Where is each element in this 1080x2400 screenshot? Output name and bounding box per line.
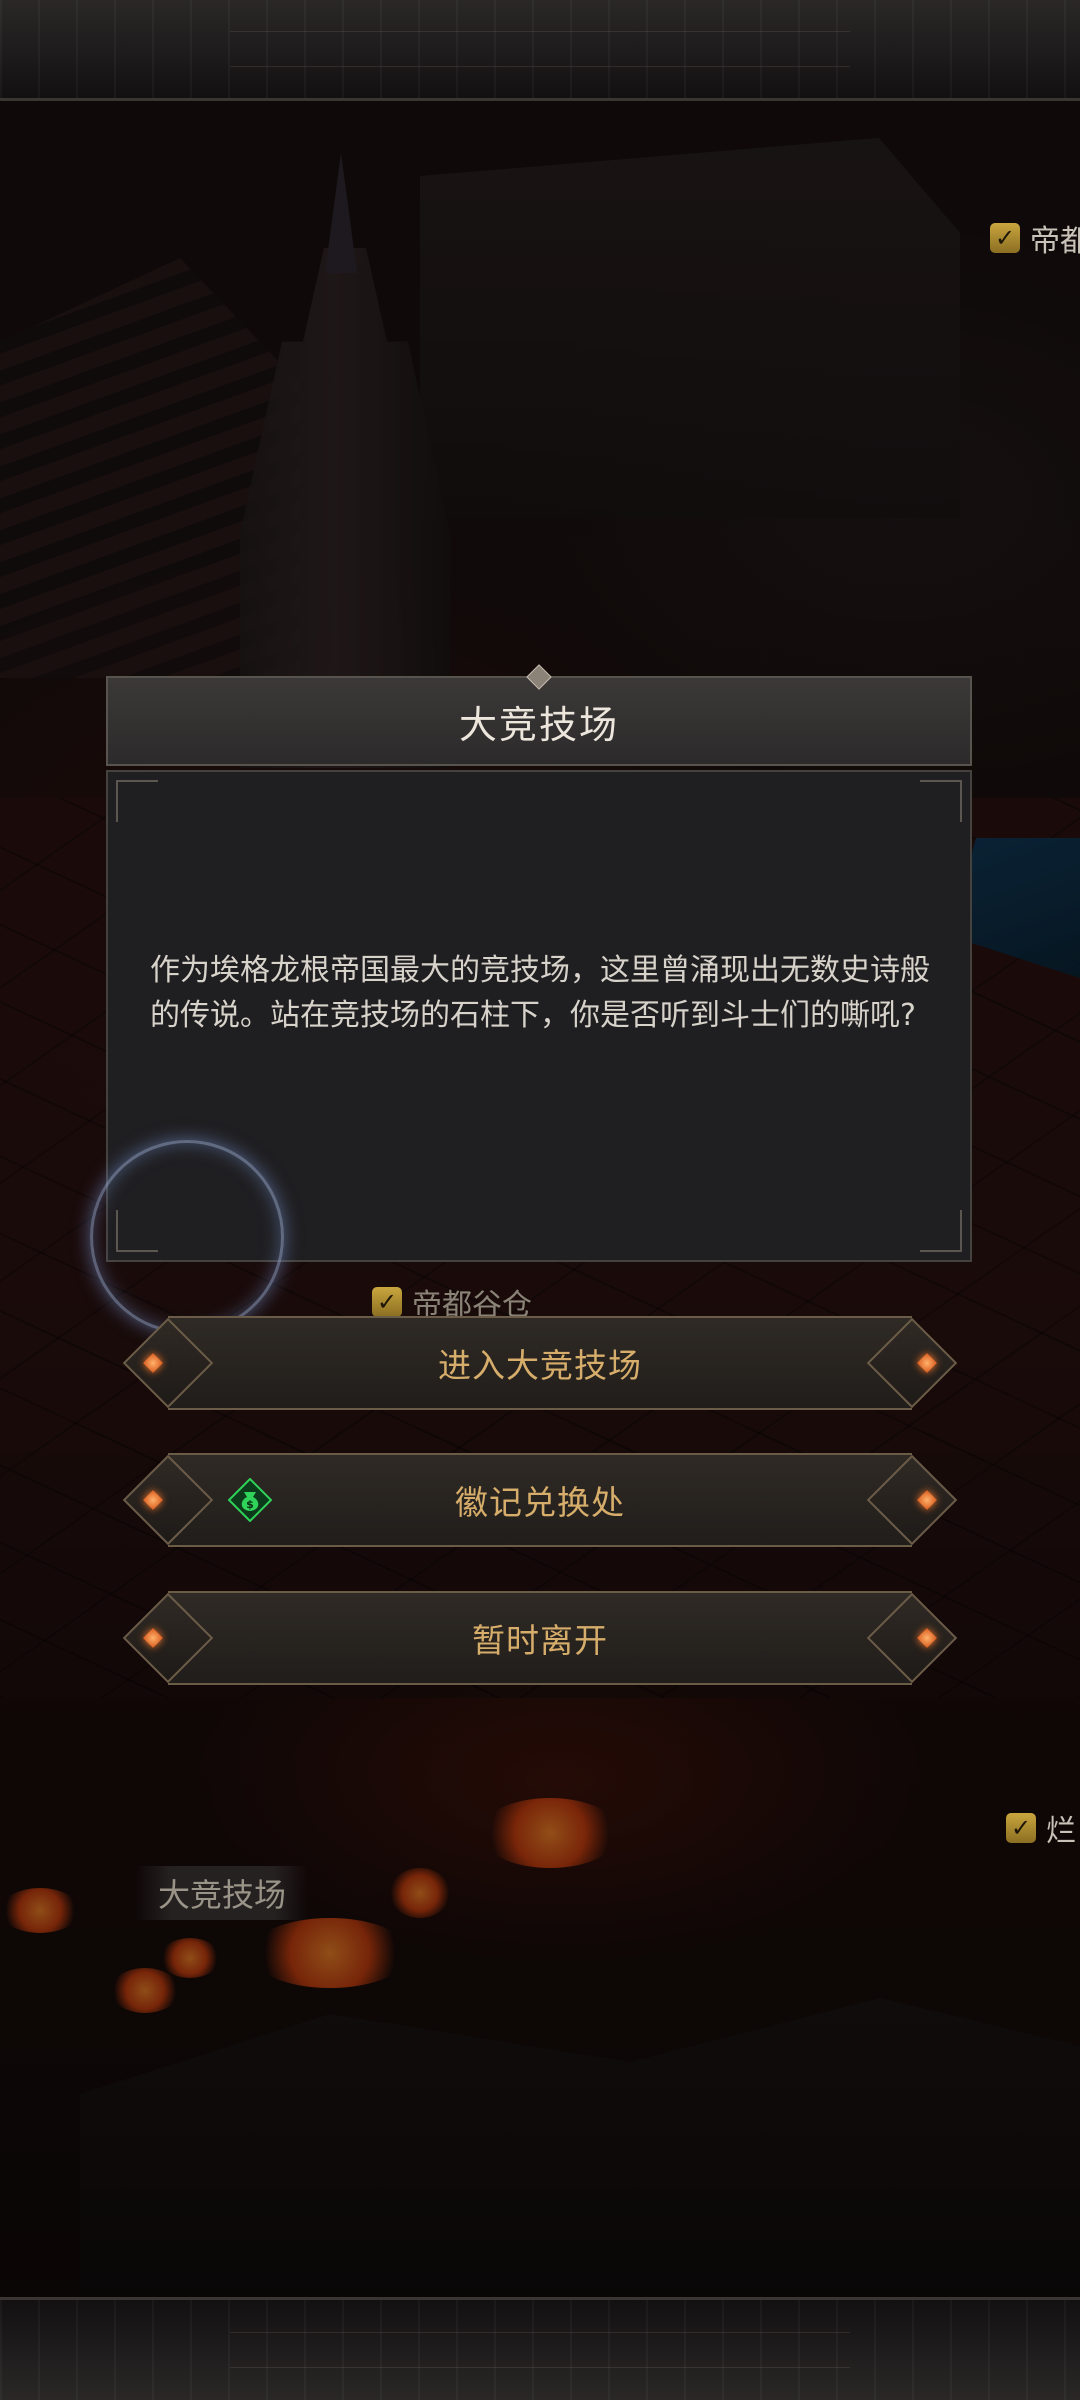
check-icon: ✓ xyxy=(372,1287,402,1317)
game-screen: ✓ 帝都 ✓ 帝都谷仓 ✓ 烂 大竞技场 大竞技场 作为埃格龙根帝国最大的竞技场… xyxy=(0,0,1080,2400)
button-gem-icon xyxy=(143,1353,163,1373)
button-gem-icon xyxy=(917,1353,937,1373)
leave-button[interactable]: 暂时离开 xyxy=(143,1591,937,1685)
map-label-imperial-capital[interactable]: ✓ 帝都 xyxy=(990,216,1080,260)
button-gem-icon xyxy=(143,1628,163,1648)
bottom-ornament-bar xyxy=(0,2297,1080,2400)
emblem-exchange-button[interactable]: $ 徽记兑换处 xyxy=(143,1453,937,1547)
map-label-ruins[interactable]: ✓ 烂 xyxy=(1006,1806,1076,1850)
map-label-text: 烂 xyxy=(1046,1814,1076,1849)
button-label: 徽记兑换处 xyxy=(455,1483,625,1522)
button-label: 暂时离开 xyxy=(472,1621,608,1660)
svg-text:$: $ xyxy=(246,1498,254,1511)
check-icon: ✓ xyxy=(1006,1813,1036,1843)
corner-ornament xyxy=(116,780,158,822)
button-gem-icon xyxy=(143,1490,163,1510)
ornament-line xyxy=(230,31,850,67)
corner-ornament xyxy=(920,1210,962,1252)
check-icon: ✓ xyxy=(990,223,1020,253)
dialog-header: 大竞技场 xyxy=(106,664,972,766)
corner-ornament xyxy=(920,780,962,822)
enter-arena-button[interactable]: 进入大竞技场 xyxy=(143,1316,937,1410)
button-gem-icon xyxy=(917,1490,937,1510)
top-ornament-bar xyxy=(0,0,1080,101)
arena-location-plate[interactable]: 大竞技场 xyxy=(136,1866,309,1920)
dialog-title: 大竞技场 xyxy=(458,702,619,747)
money-bag-icon: $ xyxy=(228,1478,272,1522)
map-label-text: 帝都 xyxy=(1030,224,1080,259)
ornament-line xyxy=(230,2332,850,2368)
button-gem-icon xyxy=(917,1628,937,1648)
dialog-description: 作为埃格龙根帝国最大的竞技场，这里曾涌现出无数史诗般的传说。站在竞技场的石柱下，… xyxy=(150,953,930,1033)
glow-ring-effect xyxy=(90,1140,284,1334)
button-label: 进入大竞技场 xyxy=(438,1346,642,1385)
